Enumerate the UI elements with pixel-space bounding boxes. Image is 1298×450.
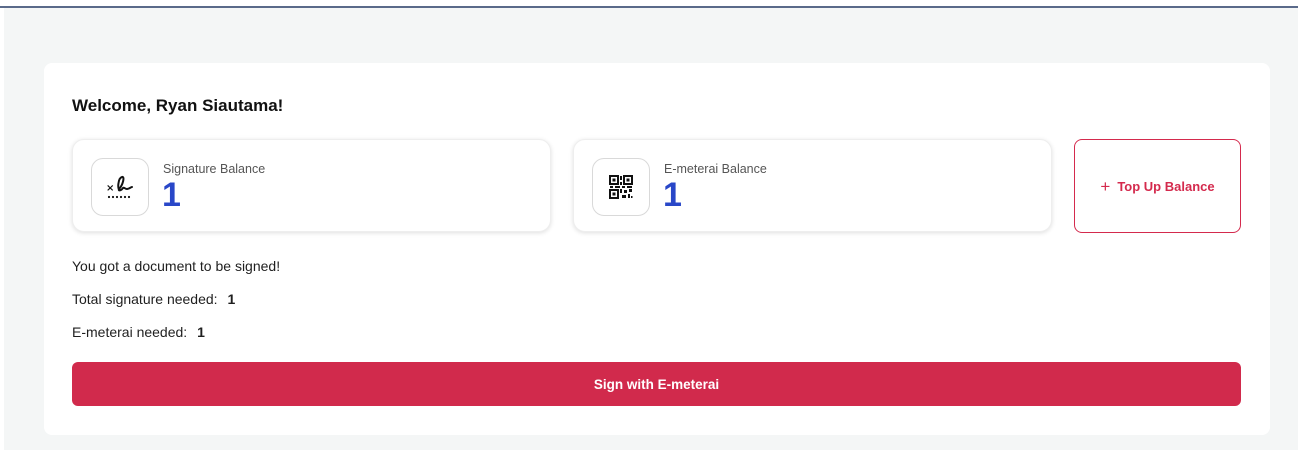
page-background: Welcome, Ryan Siautama! × Signature Bala… bbox=[4, 8, 1298, 450]
sign-with-emeterai-button[interactable]: Sign with E-meterai bbox=[72, 362, 1241, 406]
welcome-panel: Welcome, Ryan Siautama! × Signature Bala… bbox=[44, 63, 1270, 435]
welcome-heading: Welcome, Ryan Siautama! bbox=[72, 96, 284, 115]
emeterai-balance-value: 1 bbox=[663, 176, 682, 214]
signature-balance-label: Signature Balance bbox=[163, 162, 266, 176]
total-signature-label: Total signature needed: bbox=[72, 291, 218, 307]
emeterai-balance-card: E-meterai Balance 1 bbox=[573, 139, 1052, 232]
svg-text:×: × bbox=[106, 183, 114, 194]
plus-icon: + bbox=[1100, 176, 1111, 196]
emeterai-balance-label: E-meterai Balance bbox=[664, 162, 767, 176]
emeterai-needed: E-meterai needed: 1 bbox=[72, 324, 205, 340]
signature-balance-value: 1 bbox=[162, 176, 181, 214]
emeterai-needed-value: 1 bbox=[197, 324, 205, 340]
top-border bbox=[0, 0, 1298, 8]
emeterai-needed-label: E-meterai needed: bbox=[72, 324, 188, 340]
signature-icon: × bbox=[91, 158, 149, 216]
top-up-balance-button[interactable]: + Top Up Balance bbox=[1074, 139, 1241, 233]
qr-code-icon bbox=[592, 158, 650, 216]
document-message: You got a document to be signed! bbox=[72, 258, 281, 274]
total-signature-value: 1 bbox=[227, 291, 236, 307]
signature-balance-card: × Signature Balance 1 bbox=[72, 139, 551, 232]
top-up-balance-label: Top Up Balance bbox=[1117, 178, 1215, 194]
total-signature-needed: Total signature needed: 1 bbox=[72, 291, 235, 307]
